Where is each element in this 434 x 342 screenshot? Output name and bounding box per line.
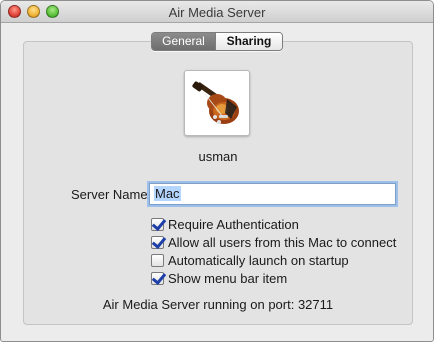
option-allow-all-users[interactable]: Allow all users from this Mac to connect [151,235,396,250]
server-name-input[interactable]: Mac [149,183,396,205]
server-status-text: Air Media Server running on port: 32711 [102,297,334,312]
tab-bar: General Sharing [151,32,283,51]
checkbox-checked[interactable] [151,236,164,249]
guitar-icon [192,81,239,124]
tab-sharing[interactable]: Sharing [215,33,282,50]
option-require-authentication[interactable]: Require Authentication [151,217,299,232]
checkbox-checked[interactable] [151,272,164,285]
option-label: Require Authentication [168,217,299,232]
user-avatar[interactable] [184,70,250,136]
checkbox-checked[interactable] [151,218,164,231]
app-window: Air Media Server General Sharing usman S… [0,0,434,342]
server-name-value: Mac [154,186,181,201]
window-title: Air Media Server [168,5,266,20]
option-show-menu-bar-item[interactable]: Show menu bar item [151,271,287,286]
option-label: Allow all users from this Mac to connect [168,235,397,250]
option-label: Show menu bar item [168,271,288,286]
option-auto-launch[interactable]: Automatically launch on startup [151,253,349,268]
server-name-label: Server Name: [71,187,152,202]
title-bar: Air Media Server [1,1,433,23]
username-label: usman [198,149,238,164]
checkbox-unchecked[interactable] [151,254,164,267]
tab-general[interactable]: General [152,33,215,50]
option-label: Automatically launch on startup [168,253,349,268]
